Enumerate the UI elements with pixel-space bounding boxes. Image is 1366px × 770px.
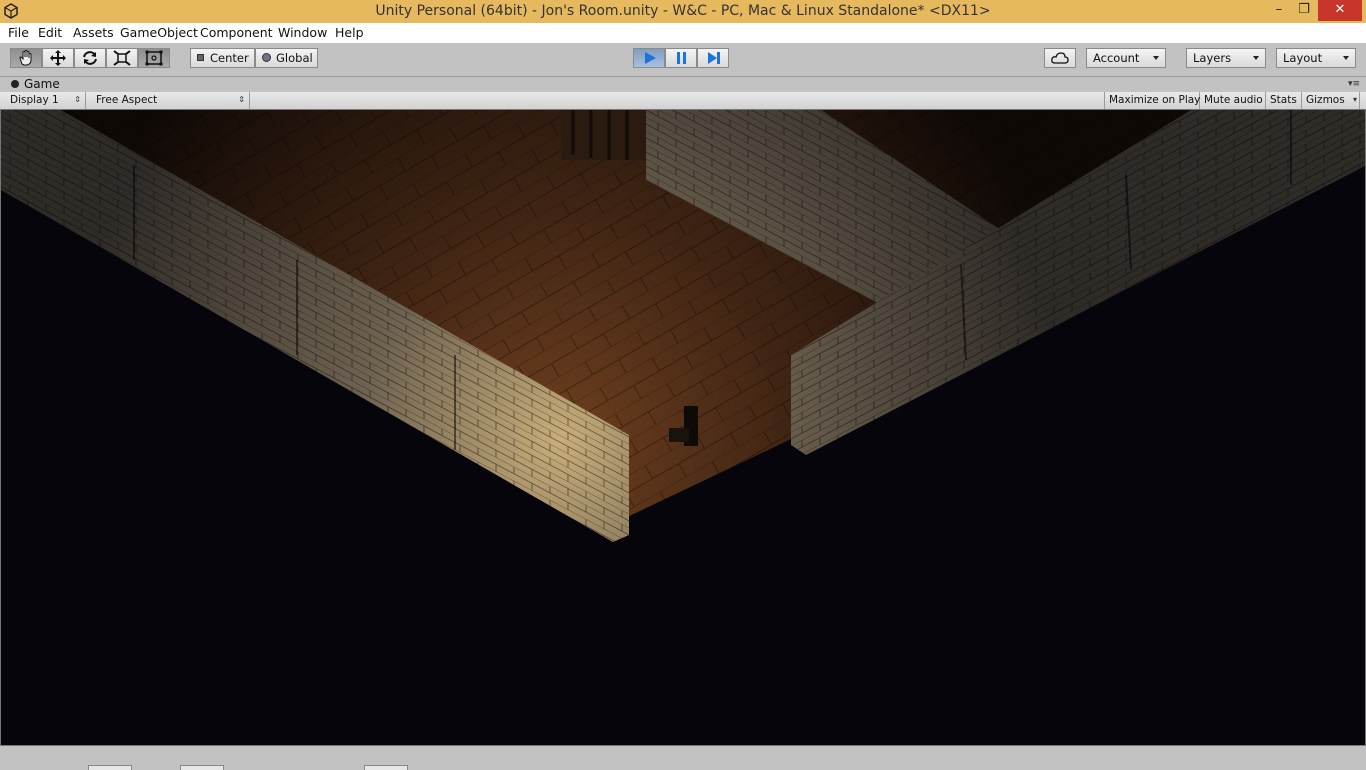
rect-tool-button[interactable] <box>138 48 170 68</box>
step-icon <box>708 52 720 64</box>
move-tool-button[interactable] <box>42 48 74 68</box>
tab-menu-icon[interactable]: ▾≡ <box>1348 80 1360 89</box>
layers-dropdown[interactable]: Layers <box>1186 48 1266 68</box>
chevron-down-icon: ▾ <box>1352 95 1357 104</box>
aspect-dropdown[interactable]: Free Aspect ⇕ <box>92 92 250 109</box>
minimize-button[interactable]: – <box>1265 0 1293 21</box>
maximize-on-play-label: Maximize on Play <box>1109 94 1201 106</box>
display-dropdown[interactable]: Display 1 ⇕ <box>6 92 86 109</box>
pause-button[interactable] <box>665 48 697 68</box>
tab-game-label: Game <box>24 77 60 91</box>
menu-gameobject[interactable]: GameObject <box>120 25 198 40</box>
scale-tool-button[interactable] <box>106 48 138 68</box>
hand-icon <box>19 50 32 66</box>
cloud-icon <box>1051 52 1069 64</box>
menu-component[interactable]: Component <box>200 25 273 40</box>
play-button[interactable] <box>633 48 665 68</box>
window-title: Unity Personal (64bit) - Jon's Room.unit… <box>375 3 991 19</box>
pivot-icon <box>197 54 204 61</box>
status-bar <box>0 746 1366 770</box>
menu-bar: File Edit Assets GameObject Component Wi… <box>0 23 1366 43</box>
gizmos-toggle[interactable]: Gizmos ▾ <box>1302 92 1360 109</box>
space-global-button[interactable]: Global <box>255 48 318 68</box>
chevron-down-icon <box>1343 56 1349 60</box>
pivot-center-button[interactable]: Center <box>190 48 255 68</box>
play-icon <box>645 52 656 64</box>
scale-icon <box>113 50 131 66</box>
tab-bar <box>0 77 1366 92</box>
maximize-on-play-toggle[interactable]: Maximize on Play <box>1104 92 1200 109</box>
close-button[interactable]: ✕ <box>1318 0 1362 21</box>
layers-label: Layers <box>1193 51 1232 65</box>
hand-tool-button[interactable] <box>10 48 42 68</box>
updown-icon: ⇕ <box>74 95 81 104</box>
account-dropdown[interactable]: Account <box>1086 48 1166 68</box>
game-viewport[interactable] <box>0 109 1366 746</box>
chevron-down-icon <box>1153 56 1159 60</box>
rect-icon <box>145 50 163 66</box>
rotate-tool-button[interactable] <box>74 48 106 68</box>
display-label: Display 1 <box>10 94 59 106</box>
tab-game[interactable]: Game <box>4 77 84 92</box>
step-button[interactable] <box>697 48 729 68</box>
maximize-button[interactable]: ❐ <box>1290 0 1318 21</box>
gizmos-label: Gizmos <box>1306 94 1345 106</box>
pause-icon <box>677 52 686 64</box>
menu-edit[interactable]: Edit <box>38 25 62 40</box>
menu-window[interactable]: Window <box>278 25 327 40</box>
aspect-label: Free Aspect <box>96 94 158 106</box>
game-view-icon <box>11 80 19 88</box>
account-label: Account <box>1093 51 1140 65</box>
mute-audio-toggle[interactable]: Mute audio <box>1200 92 1266 109</box>
main-toolbar: Center Global Account Layers Layout <box>0 43 1366 77</box>
stats-toggle[interactable]: Stats <box>1266 92 1302 109</box>
menu-file[interactable]: File <box>8 25 29 40</box>
updown-icon: ⇕ <box>238 95 245 104</box>
chevron-down-icon <box>1253 56 1259 60</box>
menu-assets[interactable]: Assets <box>73 25 114 40</box>
pivot-center-label: Center <box>210 51 249 65</box>
layout-dropdown[interactable]: Layout <box>1276 48 1356 68</box>
menu-help[interactable]: Help <box>335 25 364 40</box>
rotate-icon <box>83 51 97 65</box>
game-scene <box>1 110 1365 542</box>
cloud-services-button[interactable] <box>1044 48 1076 68</box>
globe-icon <box>262 53 271 62</box>
stats-label: Stats <box>1270 94 1297 106</box>
space-global-label: Global <box>276 51 313 65</box>
mute-audio-label: Mute audio <box>1204 94 1263 106</box>
layout-label: Layout <box>1283 51 1323 65</box>
move-icon <box>50 50 66 66</box>
title-bar: Unity Personal (64bit) - Jon's Room.unit… <box>0 0 1366 23</box>
